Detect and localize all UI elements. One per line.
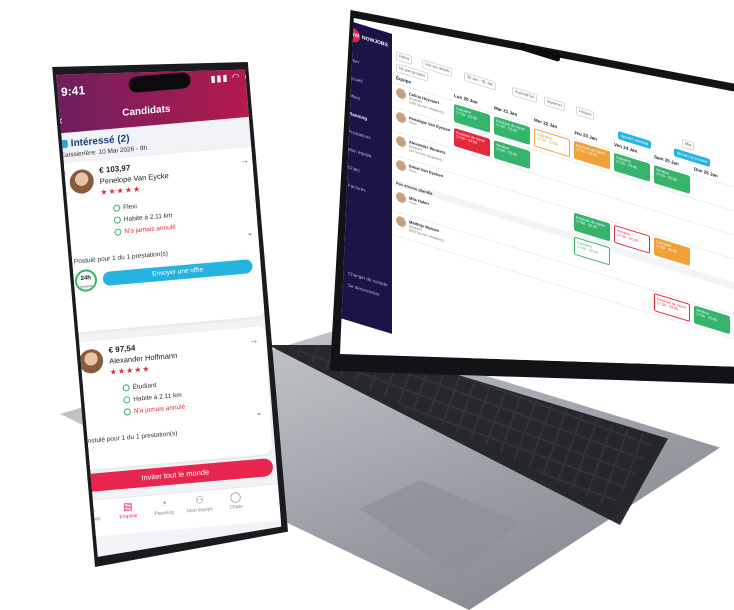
rating-stars: ★★★★★ — [109, 364, 151, 377]
tab-label: Emplois — [119, 512, 138, 521]
candidate-cancel: N'a jamais annulé — [123, 403, 186, 416]
grid-line — [392, 153, 734, 260]
dynamic-island — [128, 71, 192, 94]
tab-team[interactable]: ⚇ Mon équipe — [182, 494, 217, 515]
user-icon — [122, 384, 130, 392]
person-status: Flexi — [409, 120, 417, 127]
tab-chats[interactable]: ◯ Chats — [218, 491, 253, 512]
candidate-card[interactable]: ♥ € 97,54 Alexander Hoffmann ★★★★★ → Étu… — [69, 326, 273, 471]
avatar — [396, 215, 406, 229]
candidate-cancel-text: N'a jamais annulé — [124, 223, 176, 236]
candidate-status-text: Étudiant — [132, 381, 157, 392]
add-schedule-button[interactable]: Ajouter un horaire — [674, 148, 711, 168]
tab-label: Planning — [154, 509, 175, 518]
candidate-cancel-text: N'a jamais annulé — [133, 403, 186, 415]
shift-block[interactable]: Caissière 17:00 - 22:00 — [454, 103, 490, 133]
sidebar-item-invoices[interactable]: Factures — [348, 182, 366, 192]
timer-badge: 24h restants — [74, 268, 98, 293]
sidebar-item-planning[interactable]: Planning — [348, 110, 367, 121]
candidate-price: € 103,97 — [98, 163, 131, 176]
schedule-button[interactable]: Horaire — [576, 106, 595, 121]
person-status: Flexi — [409, 168, 417, 175]
tab-jobs[interactable]: ▤ Emplois — [111, 500, 146, 521]
candidate-distance: Habite à 2.11 km — [113, 212, 173, 224]
page-title: Candidats — [121, 103, 171, 119]
candidate-card[interactable]: ♥ € 103,97 Penelope Van Eycke ★★★★★ → Fl… — [59, 146, 266, 334]
candidate-status: Étudiant — [122, 381, 157, 392]
location-icon — [113, 216, 122, 224]
rating-stars: ★★★★★ — [100, 184, 142, 197]
shift-block[interactable]: Vendeur 17:00 - 22:00 — [494, 140, 530, 170]
tab-planning[interactable]: ◔ Planning — [147, 497, 182, 518]
avatar — [78, 348, 104, 375]
arrow-right-icon[interactable]: → — [240, 155, 249, 166]
avatar — [396, 191, 406, 205]
shift-block[interactable]: Caissière 17:00 - 22:00 — [534, 128, 570, 158]
check-icon — [114, 228, 122, 236]
candidate-distance-text: Habite à 2.11 km — [133, 391, 182, 404]
shift-block[interactable]: Employé de rayon 17:00 - 22:00 — [454, 127, 490, 157]
chevron-down-icon[interactable]: ⌄ — [256, 409, 262, 418]
tab-label: Mon équipe — [186, 506, 214, 515]
timer-value: 24h — [80, 275, 92, 282]
team-row[interactable]: Alexander Wouters Étudiant (54 heures re… — [396, 135, 448, 162]
avatar — [396, 159, 406, 173]
shift-block[interactable]: Vendeur 17:00 - 22:00 — [694, 305, 730, 335]
candidate-distance-text: Habite à 2.11 km — [123, 212, 173, 224]
today-button[interactable]: Aujourd'hui — [512, 86, 537, 104]
shift-block[interactable]: Employé de rayon 17:00 - 22:00 — [654, 292, 690, 323]
date-range-picker[interactable]: 25 Jan - 31 Jan — [464, 71, 497, 91]
person-status: Flexi — [409, 200, 417, 207]
sidebar-item-services[interactable]: Prestations — [348, 128, 371, 140]
phone: 9:41 ▮▮▮ ◠ ▭ ‹ Candidats Intéressé (2) C… — [20, 62, 288, 567]
arrow-right-icon[interactable]: → — [249, 335, 258, 346]
posted-info: Postulé pour 1 du 1 prestation(s) — [83, 430, 178, 446]
team-row[interactable]: Matthijs Maison Étudiant (820 heures res… — [396, 215, 448, 243]
shift-block[interactable]: Vendeur 17:00 - 22:00 — [654, 164, 690, 195]
candidate-status: Flexi — [113, 203, 137, 212]
grid-line — [392, 81, 734, 188]
logout-link[interactable]: Se déconnecter — [348, 282, 380, 297]
avatar — [396, 135, 406, 149]
check-icon — [123, 408, 132, 416]
candidate-distance: Habite à 2.11 km — [123, 392, 182, 404]
sidebar-item-chats[interactable]: Chats — [348, 164, 360, 173]
avatar — [69, 168, 95, 195]
location-icon — [123, 396, 131, 404]
candidate-price: € 97,54 — [108, 343, 136, 355]
avatar — [396, 111, 406, 125]
print-button[interactable]: Imprimer — [544, 96, 565, 112]
avatar — [396, 87, 406, 101]
candidate-status-text: Flexi — [123, 203, 138, 212]
chevron-down-icon[interactable]: ⌄ — [247, 229, 253, 238]
user-icon — [113, 204, 121, 212]
sidebar-item-team[interactable]: Mon équipe — [348, 146, 372, 158]
shift-block[interactable]: Employé de rayon 17:00 - 22:00 — [574, 140, 610, 170]
send-offer-button[interactable]: Envoyer une offre — [102, 258, 253, 287]
shift-block[interactable]: Caissière 17:00 - 22:00 — [614, 152, 650, 182]
user-menu[interactable]: Mia — [682, 138, 695, 152]
candidate-cancel: N'a jamais annulé — [114, 224, 176, 237]
timer-label: restants — [79, 283, 93, 290]
tab-label: Chats — [229, 503, 243, 511]
heart-icon[interactable]: ♥ — [69, 349, 76, 362]
posted-info: Postulé pour 1 du 1 prestation(s) — [73, 250, 169, 266]
brand-name: NOWJOBS — [362, 34, 388, 49]
day-header-sun: Dim 26 Jan — [694, 166, 718, 179]
status-time: 9:41 — [60, 83, 86, 100]
team-row[interactable]: Celina Heyvaert Étudiant (180 heures res… — [396, 87, 448, 115]
